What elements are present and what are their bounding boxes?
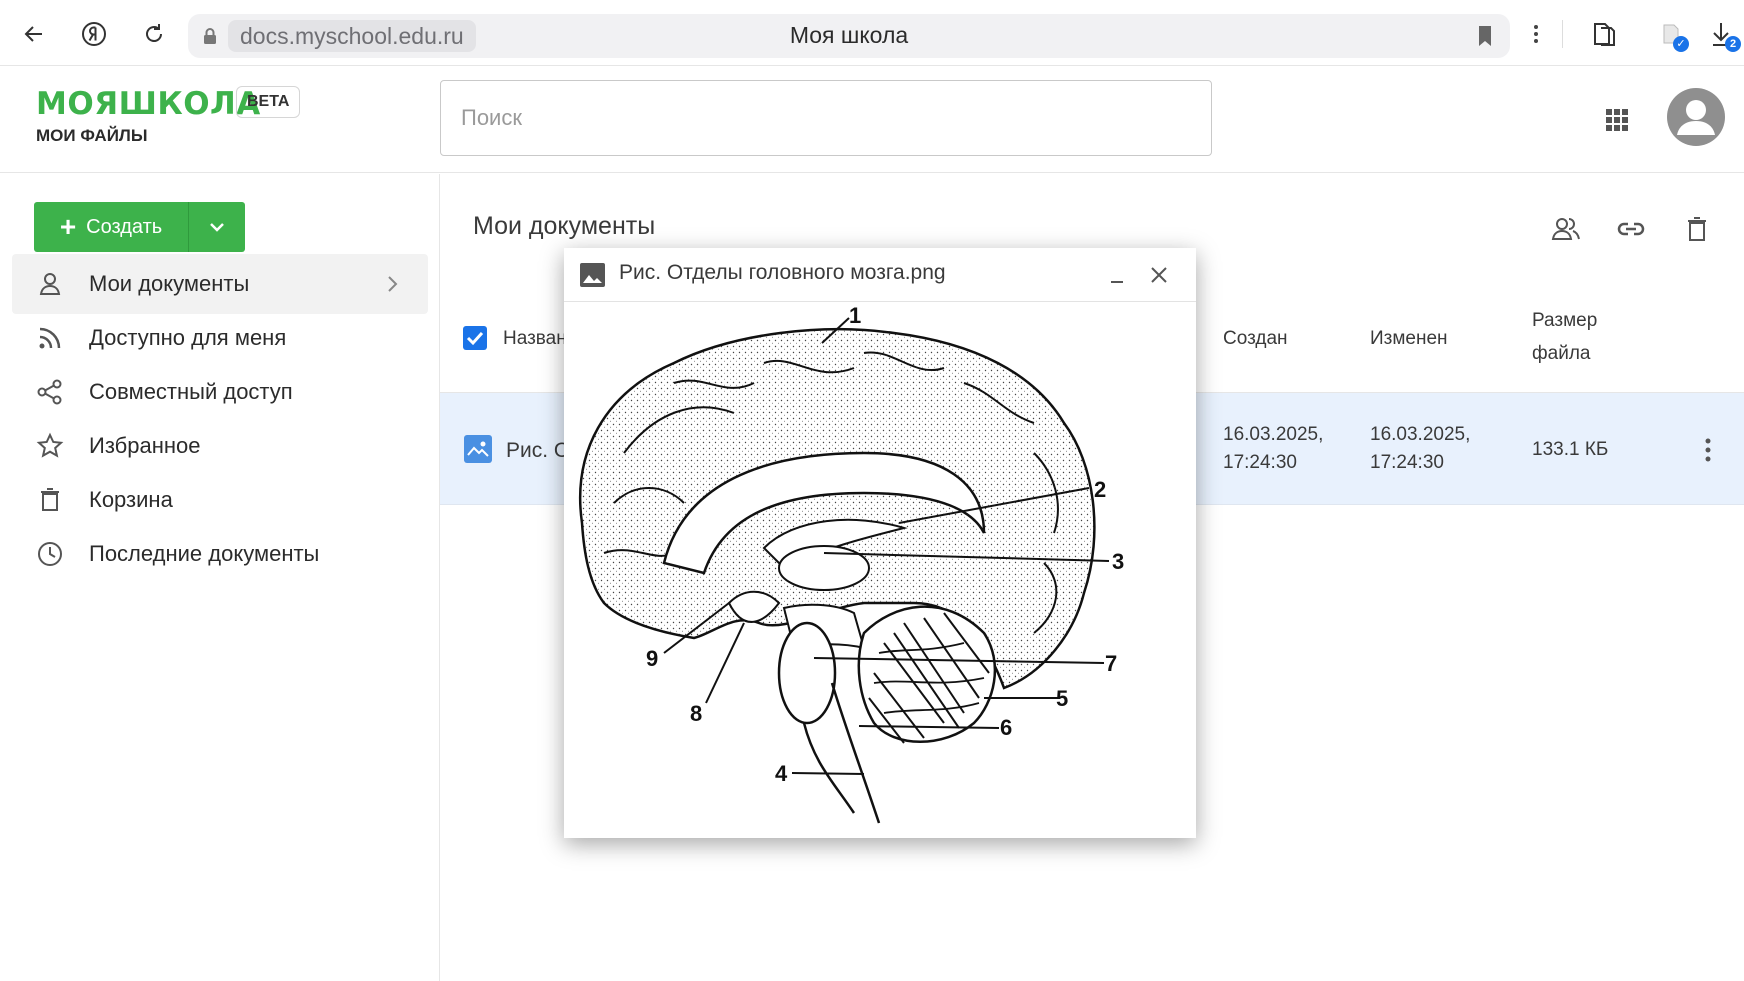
sidebar-item-favorites[interactable]: Избранное <box>12 416 428 476</box>
sidebar-item-recent[interactable]: Последние документы <box>12 524 428 584</box>
sidebar-item-my-documents[interactable]: Мои документы <box>12 254 428 314</box>
image-preview-window: Рис. Отделы головного мозга.png 1 2 3 4 … <box>564 248 1196 838</box>
more-vert-icon[interactable] <box>1520 18 1552 50</box>
avatar[interactable] <box>1667 88 1725 146</box>
image-icon <box>580 263 605 287</box>
sidebar: + Создать Мои документы Доступно для мен… <box>0 174 440 981</box>
chevron-right-icon <box>386 274 398 299</box>
rss-icon <box>36 324 64 352</box>
select-all-checkbox[interactable] <box>463 326 487 350</box>
minimize-icon[interactable] <box>1102 258 1132 288</box>
modified-date: 16.03.2025, <box>1370 424 1471 445</box>
link-icon[interactable] <box>1614 212 1648 246</box>
downloads-count: 2 <box>1725 36 1741 52</box>
diagram-label-1: 1 <box>849 303 861 328</box>
page-title: Мои документы <box>473 212 656 240</box>
file-name-cell[interactable]: Рис. Отделы головного мозга.png <box>506 437 566 465</box>
image-file-icon <box>464 435 492 463</box>
diagram-label-8: 8 <box>690 701 702 726</box>
diagram-label-7: 7 <box>1105 651 1117 676</box>
bookmark-icon[interactable] <box>1476 24 1494 53</box>
sidebar-item-label: Совместный доступ <box>89 379 293 404</box>
address-bar[interactable]: docs.myschool.edu.ru Моя школа <box>188 14 1510 58</box>
created-date: 16.03.2025, <box>1223 424 1324 445</box>
created-time: 17:24:30 <box>1223 452 1297 473</box>
share-users-icon[interactable] <box>1549 212 1583 246</box>
create-split-button: + Создать <box>34 202 245 252</box>
browser-toolbar: docs.myschool.edu.ru Моя школа ✓ 2 <box>0 0 1744 66</box>
size-cell: 133.1 КБ <box>1532 439 1609 460</box>
column-created[interactable]: Создан <box>1223 322 1288 355</box>
close-icon[interactable] <box>1146 262 1172 288</box>
modified-cell: 16.03.2025, 17:24:30 <box>1370 421 1470 477</box>
check-badge-icon: ✓ <box>1673 36 1689 52</box>
sidebar-item-shared-access[interactable]: Совместный доступ <box>12 362 428 422</box>
collections-icon[interactable] <box>1588 18 1620 50</box>
downloads-icon[interactable]: 2 <box>1705 18 1741 52</box>
diagram-label-3: 3 <box>1112 549 1124 574</box>
yandex-icon[interactable] <box>78 18 110 50</box>
diagram-label-4: 4 <box>775 761 788 786</box>
create-dropdown-button[interactable] <box>189 202 245 252</box>
sidebar-item-trash[interactable]: Корзина <box>12 470 428 530</box>
delete-icon[interactable] <box>1680 212 1714 246</box>
create-label: Создать <box>86 215 163 238</box>
diagram-label-9: 9 <box>646 646 658 671</box>
sidebar-item-label: Корзина <box>89 487 173 512</box>
created-cell: 16.03.2025, 17:24:30 <box>1223 421 1323 477</box>
apps-grid-icon[interactable] <box>1603 106 1631 134</box>
sidebar-item-label: Последние документы <box>89 541 320 566</box>
column-size-line1: Размер <box>1532 310 1598 331</box>
check-icon <box>466 331 484 346</box>
modified-time: 17:24:30 <box>1370 452 1444 473</box>
create-button[interactable]: + Создать <box>34 202 189 252</box>
search-input[interactable] <box>440 80 1212 156</box>
diagram-label-2: 2 <box>1094 477 1106 502</box>
diagram-label-5: 5 <box>1056 686 1068 711</box>
preview-title: Рис. Отделы головного мозга.png <box>619 261 946 284</box>
plus-icon: + <box>59 211 77 242</box>
extension-icon[interactable]: ✓ <box>1655 18 1689 52</box>
chevron-down-icon <box>210 223 224 232</box>
sidebar-item-label: Мои документы <box>89 271 250 296</box>
clock-icon <box>36 540 64 568</box>
diagram-label-6: 6 <box>1000 715 1012 740</box>
trash-icon <box>36 486 64 514</box>
lock-icon <box>202 27 218 50</box>
app-header: МОЯШКОЛА BETA МОИ ФАЙЛЫ <box>0 66 1744 173</box>
star-icon <box>36 432 64 460</box>
preview-titlebar[interactable]: Рис. Отделы головного мозга.png <box>564 248 1196 302</box>
brand-logo[interactable]: МОЯШКОЛА <box>36 86 261 122</box>
sidebar-item-label: Доступно для меня <box>89 325 287 350</box>
url-text[interactable]: docs.myschool.edu.ru <box>228 20 476 52</box>
sidebar-item-shared-with-me[interactable]: Доступно для меня <box>12 308 428 368</box>
person-icon <box>36 270 64 298</box>
column-size-line2: файла <box>1532 343 1591 364</box>
reload-icon[interactable] <box>138 18 170 50</box>
toolbar-divider <box>1562 20 1563 48</box>
sidebar-item-label: Избранное <box>89 433 201 458</box>
column-modified[interactable]: Изменен <box>1370 322 1448 355</box>
share-icon <box>36 378 64 406</box>
column-size[interactable]: Размер файла <box>1532 304 1597 370</box>
back-icon[interactable] <box>18 18 50 50</box>
beta-badge: BETA <box>236 86 301 118</box>
brain-diagram: 1 2 3 4 5 6 7 8 9 <box>578 303 1124 824</box>
section-title: МОИ ФАЙЛЫ <box>36 126 148 145</box>
row-more-icon[interactable] <box>1702 436 1714 464</box>
